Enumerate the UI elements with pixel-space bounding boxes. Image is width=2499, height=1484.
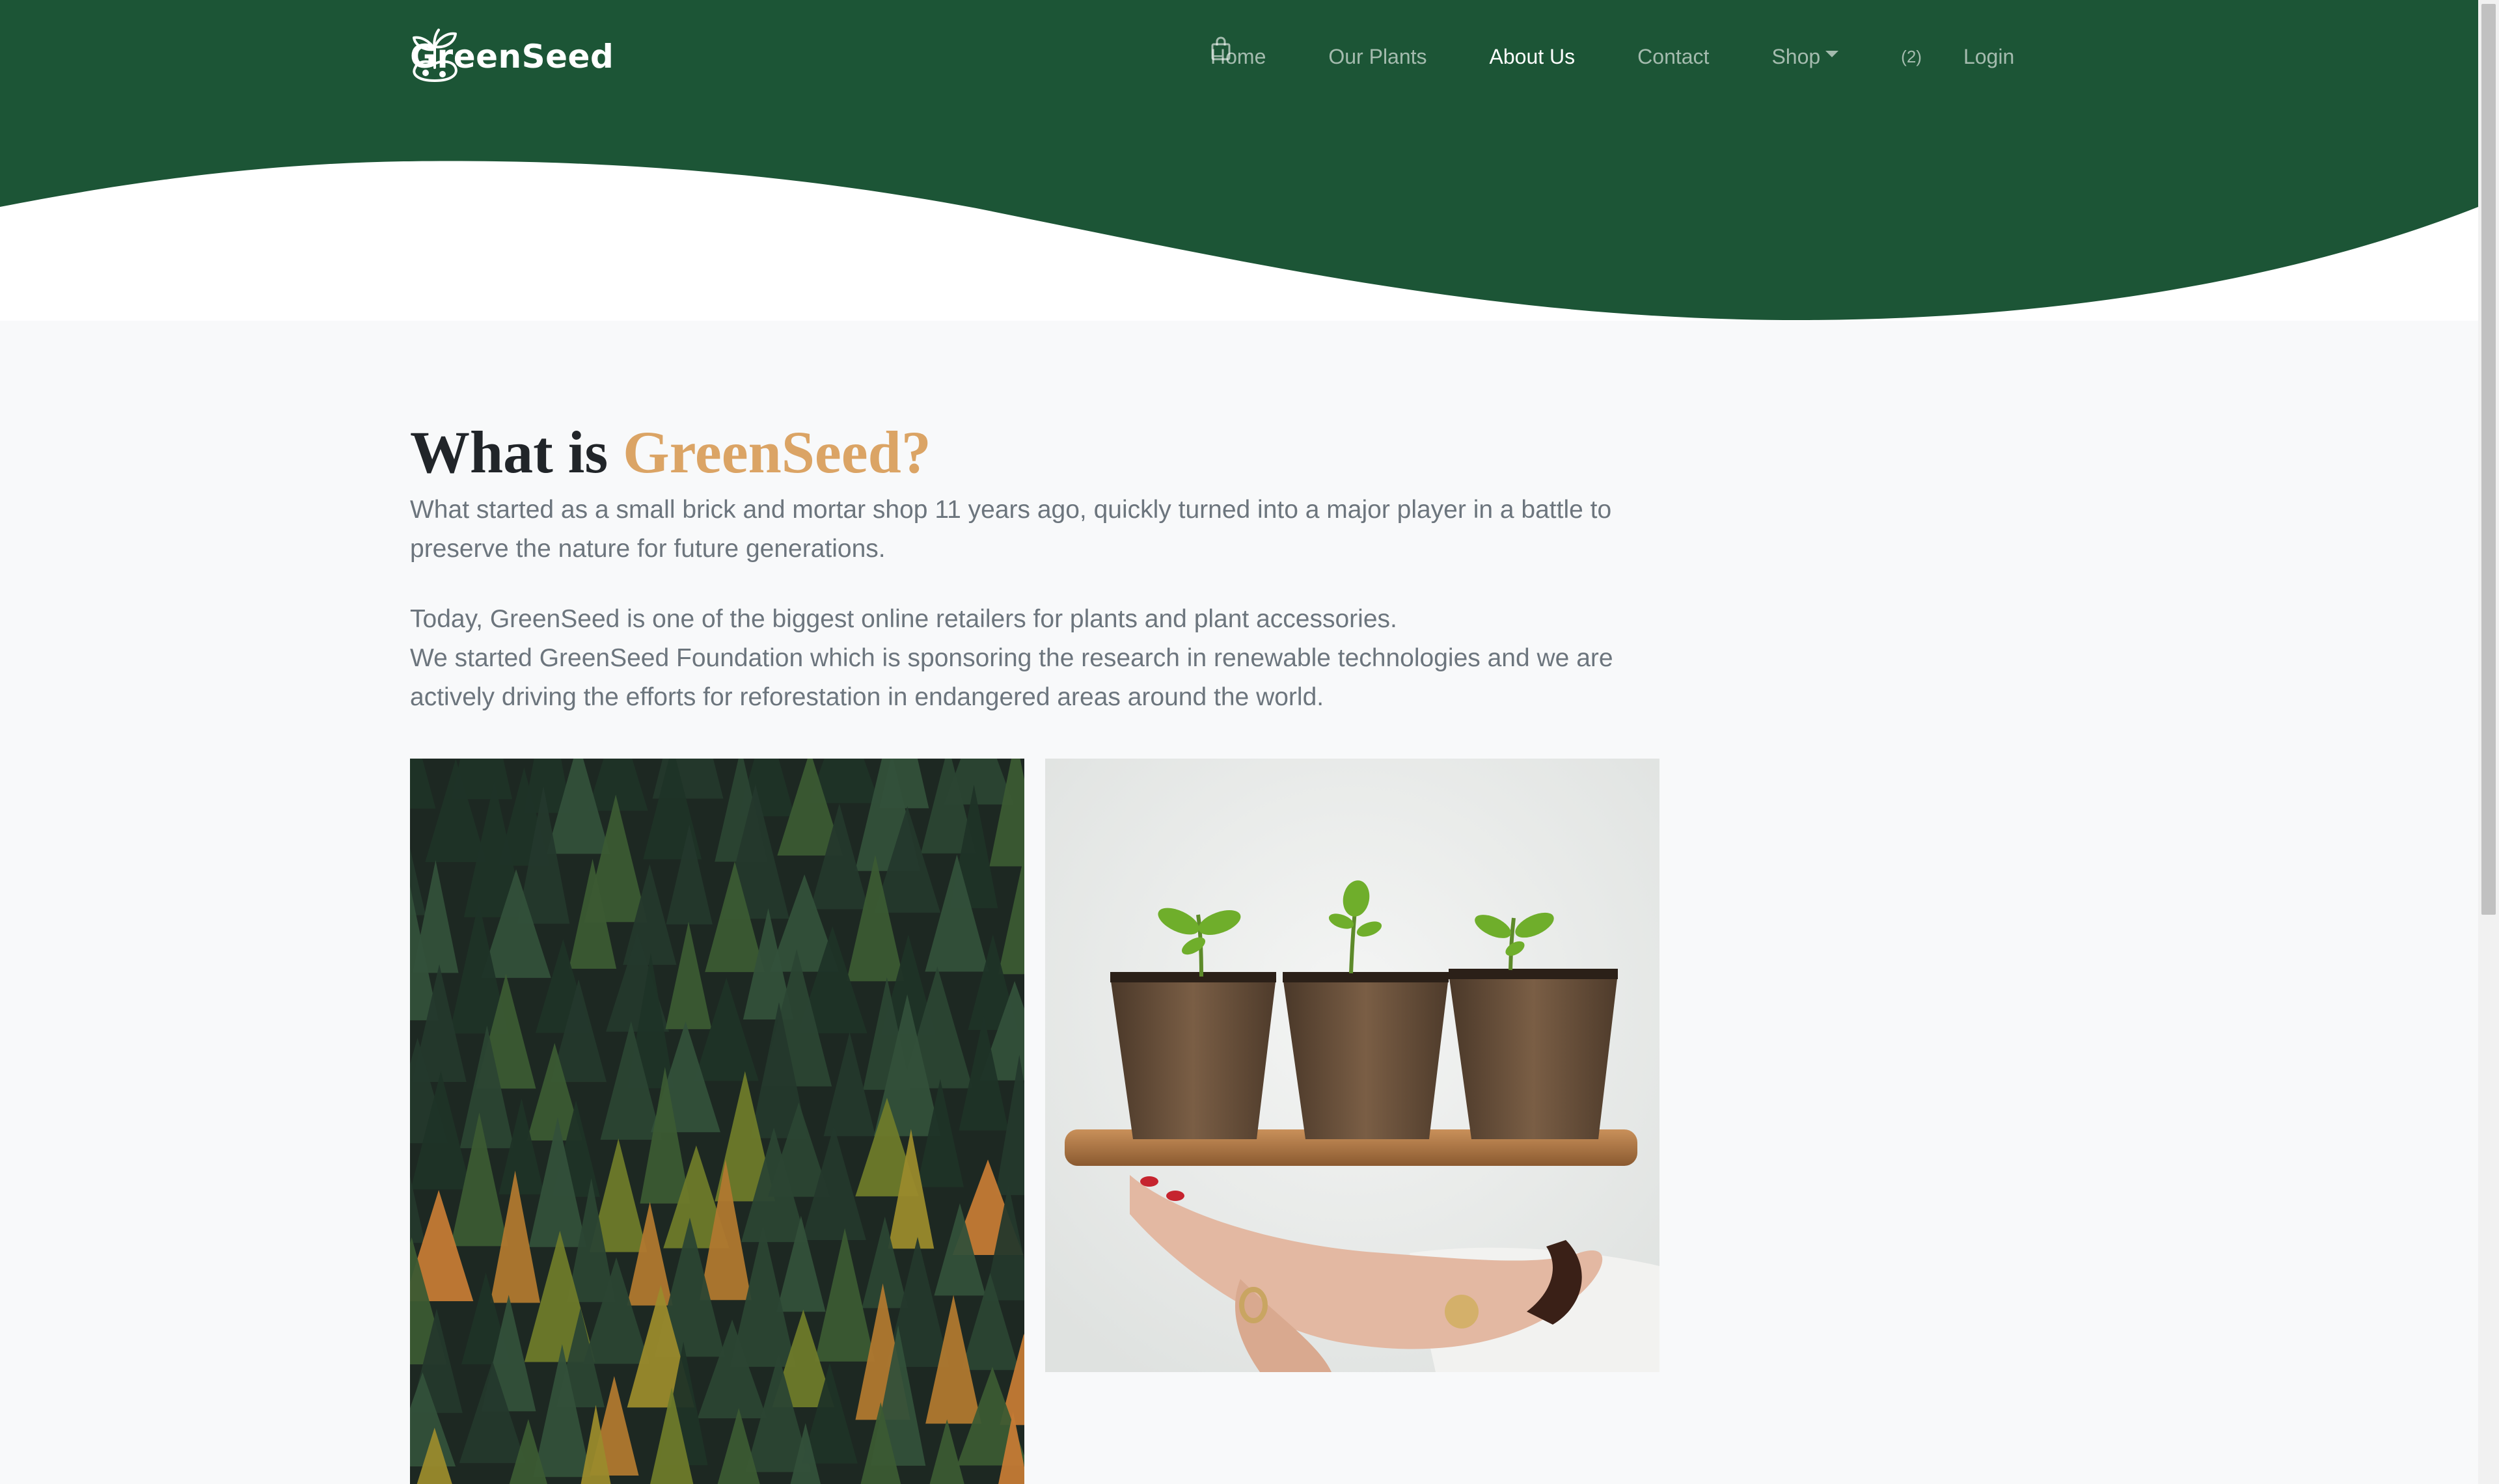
seedlings-illustration (1045, 759, 1659, 1372)
brand-link[interactable]: GreenSeed (410, 27, 614, 86)
login-link[interactable]: Login (1963, 45, 2014, 69)
conifer-forest-photo (410, 759, 1024, 1484)
seedlings-in-pots-photo (1045, 759, 1659, 1372)
scrollbar-thumb[interactable] (2481, 4, 2496, 915)
nav-about-us[interactable]: About Us (1490, 45, 1576, 69)
forest-illustration (410, 759, 1024, 1484)
about-paragraph-1: What started as a small brick and mortar… (410, 496, 1612, 563)
page-scrollbar[interactable] (2478, 0, 2499, 1484)
about-paragraph-2-line-1: Today, GreenSeed is one of the biggest o… (410, 605, 1397, 633)
navbar: GreenSeed Home Our Plants About Us Conta… (0, 0, 2478, 114)
cart-link[interactable]: (2) (1211, 36, 1922, 67)
nav-shop-dropdown[interactable]: Shop (1771, 44, 1839, 69)
seedling-logo-icon (413, 29, 457, 82)
shopping-bag-icon (1211, 36, 1231, 61)
nav-shop-label: Shop (1771, 44, 1821, 68)
nav-our-plants[interactable]: Our Plants (1328, 45, 1427, 69)
main-nav: Home Our Plants About Us Contact Shop (2… (1210, 36, 2014, 77)
hero-header: GreenSeed Home Our Plants About Us Conta… (0, 0, 2478, 322)
about-paragraph-2-line-2: We started GreenSeed Foundation which is… (410, 644, 1613, 711)
about-title-accent: GreenSeed? (623, 419, 931, 485)
about-section: What is GreenSeed? What started as a sma… (410, 410, 1659, 717)
about-title-prefix: What is (410, 419, 608, 485)
about-title: What is GreenSeed? (410, 410, 1659, 494)
about-paragraph-2: Today, GreenSeed is one of the biggest o… (410, 600, 1659, 717)
nav-contact[interactable]: Contact (1637, 45, 1709, 69)
caret-down-icon (1825, 51, 1839, 57)
cart-count: (2) (1901, 46, 1922, 66)
